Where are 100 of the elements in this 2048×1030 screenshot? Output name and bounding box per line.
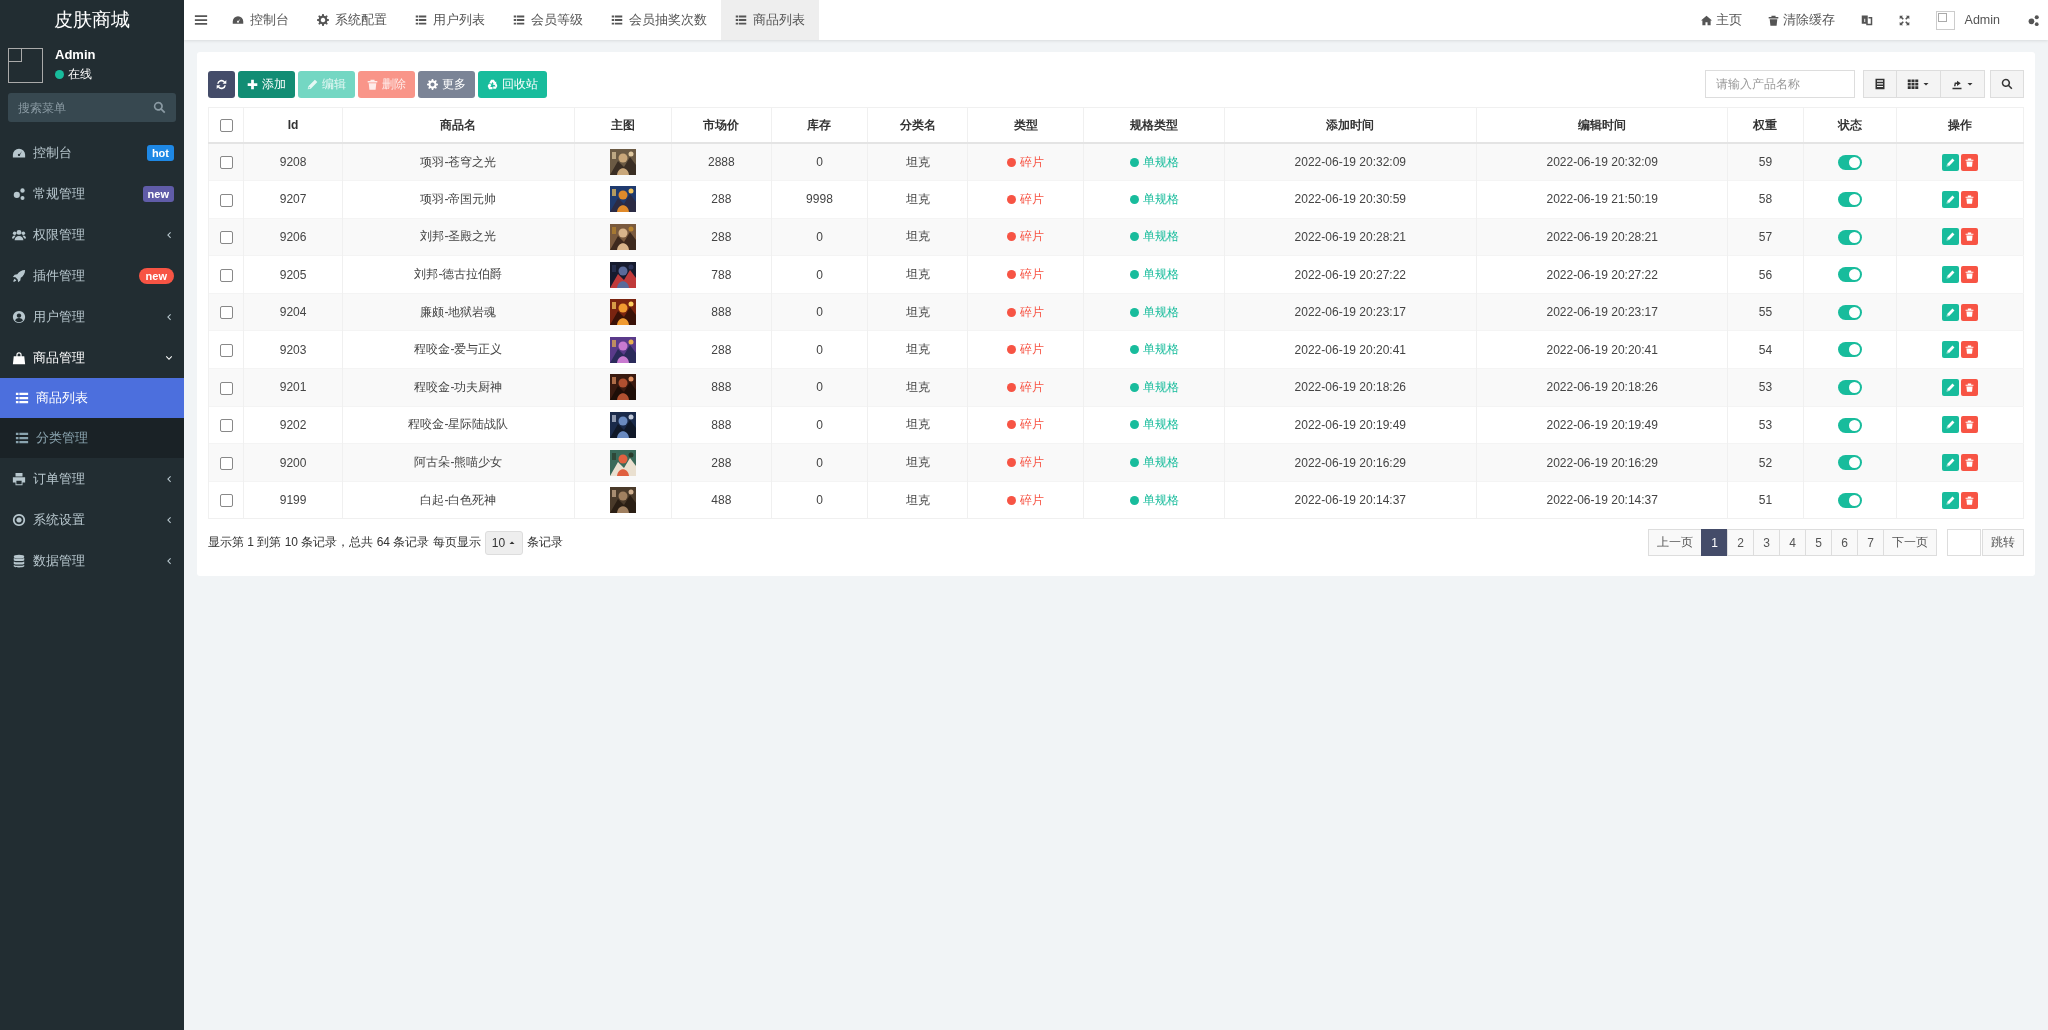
- export-icon: [1951, 78, 1963, 90]
- page-button[interactable]: 2: [1727, 529, 1754, 557]
- menu-item[interactable]: 用户管理: [0, 296, 184, 337]
- checkbox[interactable]: [219, 494, 233, 508]
- page-button[interactable]: 5: [1805, 529, 1832, 557]
- export-button[interactable]: [1941, 70, 1985, 98]
- edit-button[interactable]: [1941, 341, 1959, 359]
- next-page-button[interactable]: 下一页: [1883, 529, 1937, 557]
- delete-button[interactable]: [1960, 266, 1978, 284]
- tab[interactable]: 商品列表: [721, 0, 819, 40]
- table-cell: 程咬金-爱与正义: [414, 342, 503, 357]
- page-size-dropdown[interactable]: 10: [484, 530, 524, 555]
- delete-button[interactable]: [1960, 378, 1978, 396]
- gears-icon[interactable]: [2027, 13, 2040, 27]
- status-toggle[interactable]: [1837, 455, 1862, 471]
- checkbox[interactable]: [219, 381, 233, 395]
- translate-icon[interactable]: [1860, 14, 1873, 26]
- jump-button[interactable]: 跳转: [1982, 529, 2024, 557]
- menu-item[interactable]: 控制台 hot: [0, 132, 184, 173]
- trash-icon: [1964, 458, 1974, 468]
- fullscreen-icon[interactable]: [1898, 14, 1910, 26]
- status-toggle[interactable]: [1837, 192, 1862, 208]
- edit-button[interactable]: [1941, 416, 1959, 434]
- status-toggle[interactable]: [1837, 417, 1862, 433]
- delete-button[interactable]: [1960, 416, 1978, 434]
- tab[interactable]: 会员等级: [499, 0, 597, 40]
- checkbox[interactable]: [219, 343, 233, 357]
- edit-button[interactable]: [1941, 454, 1959, 472]
- menu-icon[interactable]: [194, 13, 208, 27]
- tab[interactable]: 系统配置: [303, 0, 401, 40]
- refresh-button[interactable]: [208, 70, 235, 98]
- edit-button[interactable]: [1941, 266, 1959, 284]
- columns-button[interactable]: [1897, 70, 1941, 98]
- user-name: Admin: [55, 47, 96, 62]
- page-button[interactable]: 6: [1831, 529, 1858, 557]
- toggle-view-button[interactable]: [1863, 70, 1897, 98]
- delete-button[interactable]: [1960, 190, 1978, 208]
- caret-icon: [1966, 80, 1974, 88]
- status-toggle[interactable]: [1837, 229, 1862, 245]
- tab[interactable]: 用户列表: [401, 0, 499, 40]
- status-toggle[interactable]: [1837, 380, 1862, 395]
- edit-button[interactable]: [1941, 153, 1959, 171]
- checkbox[interactable]: [219, 156, 233, 170]
- checkbox[interactable]: [219, 193, 233, 207]
- delete-button[interactable]: [1960, 454, 1978, 472]
- delete-button[interactable]: [1960, 228, 1978, 246]
- edit-button[interactable]: [1941, 228, 1959, 246]
- menu-item[interactable]: 常规管理 new: [0, 173, 184, 214]
- menu-item[interactable]: 权限管理: [0, 214, 184, 255]
- table-cell: 53: [1758, 380, 1773, 395]
- submenu-item[interactable]: 商品列表: [0, 378, 184, 418]
- avatar-image: [1935, 10, 1955, 30]
- menu-item[interactable]: 订单管理: [0, 458, 184, 499]
- delete-button[interactable]: [1960, 303, 1978, 321]
- edit-button[interactable]: [1941, 303, 1959, 321]
- page-number-field[interactable]: [1947, 529, 1981, 557]
- table-cell: 288: [711, 230, 732, 244]
- status-toggle[interactable]: [1837, 342, 1862, 358]
- checkbox[interactable]: [219, 306, 233, 320]
- page-button[interactable]: 1: [1701, 529, 1728, 557]
- delete-button[interactable]: [1960, 341, 1978, 359]
- edit-button[interactable]: [1941, 491, 1959, 509]
- user-name[interactable]: Admin: [1964, 13, 2000, 27]
- header-link[interactable]: 主页: [1687, 0, 1755, 40]
- checkbox[interactable]: [219, 456, 233, 470]
- page-button[interactable]: 3: [1753, 529, 1780, 557]
- checkbox[interactable]: [219, 119, 233, 133]
- status-toggle[interactable]: [1837, 154, 1862, 170]
- checkbox[interactable]: [219, 419, 233, 433]
- search-field[interactable]: 请输入产品名称: [1705, 70, 1855, 98]
- status-toggle[interactable]: [1837, 267, 1862, 283]
- checkbox[interactable]: [219, 231, 233, 245]
- header-link[interactable]: 清除缓存: [1754, 0, 1848, 40]
- table-cell: 碎片: [1020, 153, 1045, 171]
- table-cell: 58: [1758, 192, 1773, 207]
- edit-button[interactable]: [1941, 378, 1959, 396]
- tab[interactable]: 控制台: [218, 0, 303, 40]
- prev-page-button[interactable]: 上一页: [1648, 529, 1702, 557]
- menu-item[interactable]: 商品管理: [0, 337, 184, 378]
- add-button[interactable]: 添加: [238, 70, 295, 98]
- gear-icon: [427, 78, 438, 90]
- search-button[interactable]: [1990, 70, 2024, 98]
- checkbox[interactable]: [219, 268, 233, 282]
- menu-item[interactable]: 插件管理 new: [0, 255, 184, 296]
- tab[interactable]: 会员抽奖次数: [597, 0, 721, 40]
- edit-button[interactable]: [1941, 190, 1959, 208]
- submenu-item[interactable]: 分类管理: [0, 418, 184, 458]
- page-button[interactable]: 4: [1779, 529, 1806, 557]
- page-button[interactable]: 7: [1857, 529, 1884, 557]
- delete-button[interactable]: [1960, 491, 1978, 509]
- table-cell: 坦克: [905, 304, 930, 319]
- menu-item[interactable]: 数据管理: [0, 540, 184, 581]
- menu-search-field[interactable]: 搜索菜单: [8, 93, 176, 122]
- status-toggle[interactable]: [1837, 304, 1862, 320]
- status-toggle[interactable]: [1837, 492, 1862, 508]
- menu-item[interactable]: 系统设置: [0, 499, 184, 540]
- trash-icon: [1964, 157, 1974, 167]
- caret-icon: [1922, 80, 1930, 88]
- more-button[interactable]: 更多: [418, 70, 475, 98]
- delete-button[interactable]: [1960, 153, 1978, 171]
